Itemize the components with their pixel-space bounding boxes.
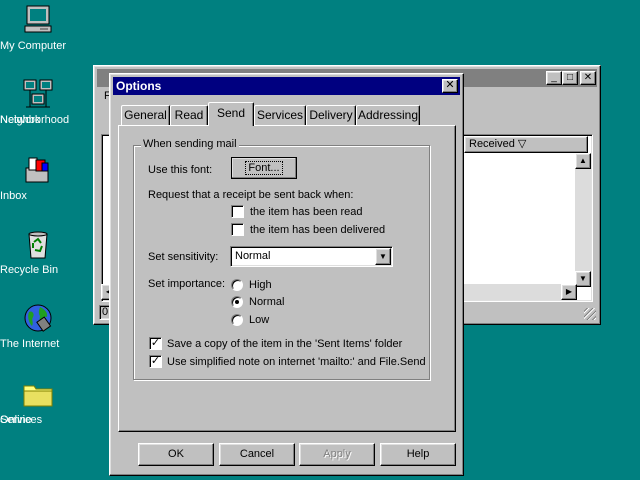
recycle-bin-icon xyxy=(22,228,54,260)
chevron-down-icon[interactable]: ▼ xyxy=(375,248,391,265)
computer-icon xyxy=(22,4,54,36)
receipt-delivered-checkbox[interactable] xyxy=(231,223,244,236)
tab-addressing[interactable]: Addressing xyxy=(356,105,420,125)
column-header-received[interactable]: Received ▽ xyxy=(464,136,588,153)
importance-high-radio[interactable] xyxy=(231,279,243,291)
save-copy-label[interactable]: Save a copy of the item in the 'Sent Ite… xyxy=(167,338,402,351)
importance-normal-radio[interactable] xyxy=(231,296,243,308)
cancel-button[interactable]: Cancel xyxy=(219,443,295,466)
importance-label: Set importance: xyxy=(148,278,226,290)
importance-low-label[interactable]: Low xyxy=(249,314,269,327)
importance-high-label[interactable]: High xyxy=(249,279,272,292)
desktop-icon-label: The Internet xyxy=(0,338,60,350)
desktop-icon-label: Recycle Bin xyxy=(0,264,59,276)
desktop-icon-online-services[interactable]: Online Services xyxy=(0,378,76,426)
font-label: Use this font: xyxy=(148,164,213,176)
tab-services[interactable]: Services xyxy=(254,105,306,125)
desktop-icon-my-computer[interactable]: My Computer xyxy=(0,4,76,52)
font-button[interactable]: Font... xyxy=(231,157,297,179)
tab-read[interactable]: Read xyxy=(170,105,208,125)
help-button[interactable]: Help xyxy=(380,443,456,466)
tab-delivery[interactable]: Delivery xyxy=(306,105,356,125)
desktop-icon-recycle-bin[interactable]: Recycle Bin xyxy=(0,228,76,276)
desktop-icon-inbox[interactable]: Inbox xyxy=(0,154,76,202)
desktop-icon-label: Inbox xyxy=(0,190,27,202)
inbox-icon xyxy=(22,154,54,186)
close-button[interactable]: ✕ xyxy=(580,71,596,85)
receipt-read-checkbox[interactable] xyxy=(231,205,244,218)
sensitivity-label: Set sensitivity: xyxy=(148,251,219,263)
close-icon: ✕ xyxy=(445,79,455,91)
save-copy-checkbox[interactable]: ✓ xyxy=(149,337,162,350)
sensitivity-select[interactable]: Normal ▼ xyxy=(230,246,393,267)
scroll-right-button[interactable]: ▶ xyxy=(561,284,577,300)
scroll-down-button[interactable]: ▼ xyxy=(575,271,591,287)
vertical-scrollbar[interactable]: ▲ ▼ xyxy=(575,153,591,287)
options-dialog[interactable]: Options ✕ General Read Send Services Del… xyxy=(109,73,464,476)
desktop-icon-label-line2: Neighborhood xyxy=(0,114,70,126)
send-tab-panel: When sending mail Use this font: Font...… xyxy=(118,125,456,432)
desktop-icon-the-internet[interactable]: The Internet xyxy=(0,302,76,350)
desktop-icon-network-neighborhood[interactable]: Network Neighborhood xyxy=(0,78,76,126)
radio-selected-dot xyxy=(235,300,239,304)
desktop-icon-label: My Computer xyxy=(0,40,67,52)
folder-icon xyxy=(22,378,54,410)
tab-general[interactable]: General xyxy=(121,105,170,125)
dialog-title[interactable]: Options xyxy=(113,77,460,95)
importance-normal-label[interactable]: Normal xyxy=(249,296,284,309)
ok-button[interactable]: OK xyxy=(138,443,214,466)
simplified-note-checkbox[interactable]: ✓ xyxy=(149,355,162,368)
minimize-button[interactable]: _ xyxy=(546,71,562,85)
maximize-button[interactable]: □ xyxy=(562,71,578,85)
tab-send[interactable]: Send xyxy=(208,102,254,126)
internet-globe-icon xyxy=(22,302,54,334)
network-icon xyxy=(22,78,54,110)
receipt-delivered-label[interactable]: the item has been delivered xyxy=(250,224,385,237)
importance-low-radio[interactable] xyxy=(231,314,243,326)
resize-grip-icon[interactable] xyxy=(584,308,596,320)
simplified-note-label[interactable]: Use simplified note on internet 'mailto:… xyxy=(167,356,426,369)
receipt-label: Request that a receipt be sent back when… xyxy=(148,189,354,201)
group-title: When sending mail xyxy=(141,138,239,150)
sensitivity-value: Normal xyxy=(235,250,271,262)
dialog-close-button[interactable]: ✕ xyxy=(442,79,458,93)
receipt-read-label[interactable]: the item has been read xyxy=(250,206,363,219)
apply-button[interactable]: Apply xyxy=(299,443,375,466)
desktop-icon-label-line2: Services xyxy=(0,414,43,426)
scroll-up-button[interactable]: ▲ xyxy=(575,153,591,169)
